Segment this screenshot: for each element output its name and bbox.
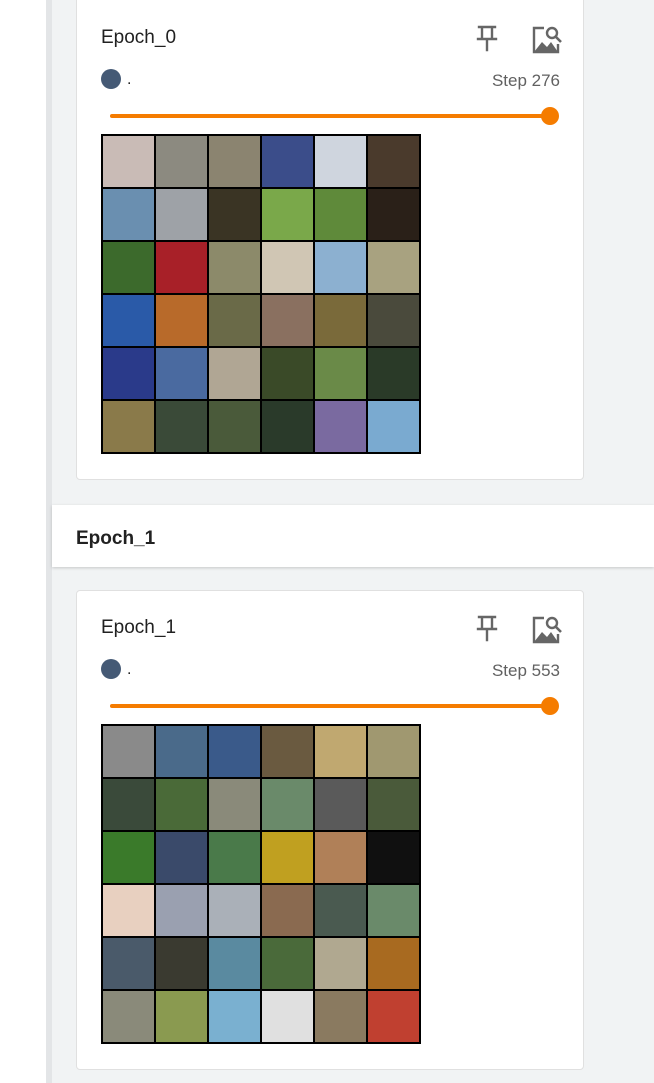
image-tile xyxy=(315,189,366,240)
image-grid xyxy=(101,134,421,454)
image-tile xyxy=(209,726,260,777)
image-tile xyxy=(262,991,313,1042)
card-title: Epoch_1 xyxy=(101,617,177,638)
image-tile xyxy=(209,242,260,293)
slider-thumb[interactable] xyxy=(541,697,559,715)
pin-icon[interactable] xyxy=(473,23,503,53)
image-tile xyxy=(156,242,207,293)
image-tile xyxy=(103,136,154,187)
image-tile xyxy=(262,295,313,346)
card-title: Epoch_0 xyxy=(101,27,177,48)
image-tile xyxy=(315,938,366,989)
image-tile xyxy=(209,189,260,240)
image-tile xyxy=(262,136,313,187)
expand-image-icon[interactable] xyxy=(531,613,562,644)
image-tile xyxy=(368,242,419,293)
image-tile xyxy=(103,295,154,346)
image-tile xyxy=(262,189,313,240)
image-tile xyxy=(156,938,207,989)
step-slider[interactable] xyxy=(110,106,559,126)
image-tile xyxy=(209,779,260,830)
image-tile xyxy=(262,348,313,399)
step-slider[interactable] xyxy=(110,696,559,716)
run-color-dot xyxy=(101,69,121,89)
image-tile xyxy=(315,401,366,452)
image-tile xyxy=(103,189,154,240)
image-tile xyxy=(262,938,313,989)
image-tile xyxy=(368,295,419,346)
step-label: Step 276 xyxy=(491,71,560,90)
image-tile xyxy=(368,885,419,936)
image-tile xyxy=(368,189,419,240)
image-grid xyxy=(101,724,421,1044)
image-tile xyxy=(209,885,260,936)
section-header[interactable]: Epoch_1 xyxy=(52,505,654,567)
image-tile xyxy=(262,779,313,830)
image-tile xyxy=(209,401,260,452)
image-tile xyxy=(262,401,313,452)
image-tile xyxy=(156,779,207,830)
image-tile xyxy=(368,136,419,187)
slider-fill xyxy=(110,704,550,708)
image-tile xyxy=(103,832,154,883)
image-tile xyxy=(156,726,207,777)
image-tile xyxy=(315,348,366,399)
image-tile xyxy=(262,832,313,883)
left-panel xyxy=(0,0,46,1083)
image-tile xyxy=(368,401,419,452)
image-tile xyxy=(156,348,207,399)
image-tile xyxy=(103,401,154,452)
image-tile xyxy=(368,779,419,830)
image-tile xyxy=(315,885,366,936)
image-tile xyxy=(156,885,207,936)
image-tile xyxy=(315,779,366,830)
image-tile xyxy=(315,832,366,883)
image-tile xyxy=(315,136,366,187)
image-tile xyxy=(209,938,260,989)
image-tile xyxy=(262,242,313,293)
image-tile xyxy=(209,832,260,883)
image-tile xyxy=(156,295,207,346)
run-label: . xyxy=(127,661,132,678)
image-card-epoch-0: Epoch_0 . Step 276 xyxy=(76,0,584,480)
slider-fill xyxy=(110,114,550,118)
run-label: . xyxy=(127,71,132,88)
image-tile xyxy=(103,938,154,989)
image-tile xyxy=(315,726,366,777)
slider-thumb[interactable] xyxy=(541,107,559,125)
image-tile xyxy=(156,832,207,883)
pin-icon[interactable] xyxy=(473,613,503,643)
image-tile xyxy=(209,991,260,1042)
step-label: Step 553 xyxy=(491,661,560,680)
image-tile xyxy=(262,885,313,936)
image-tile xyxy=(209,136,260,187)
expand-image-icon[interactable] xyxy=(531,23,562,54)
image-tile xyxy=(368,348,419,399)
image-tile xyxy=(315,242,366,293)
image-tile xyxy=(209,348,260,399)
image-tile xyxy=(315,295,366,346)
image-tile xyxy=(103,348,154,399)
image-tile xyxy=(262,726,313,777)
image-tile xyxy=(103,242,154,293)
image-tile xyxy=(368,991,419,1042)
image-tile xyxy=(368,832,419,883)
image-tile xyxy=(156,189,207,240)
image-tile xyxy=(103,726,154,777)
image-card-epoch-1: Epoch_1 . Step 553 xyxy=(76,590,584,1070)
image-tile xyxy=(368,938,419,989)
image-tile xyxy=(368,726,419,777)
run-color-dot xyxy=(101,659,121,679)
image-tile xyxy=(103,991,154,1042)
image-tile xyxy=(209,295,260,346)
image-tile xyxy=(156,991,207,1042)
image-tile xyxy=(315,991,366,1042)
image-tile xyxy=(156,136,207,187)
image-tile xyxy=(103,885,154,936)
image-tile xyxy=(156,401,207,452)
section-title: Epoch_1 xyxy=(76,528,156,549)
image-tile xyxy=(103,779,154,830)
